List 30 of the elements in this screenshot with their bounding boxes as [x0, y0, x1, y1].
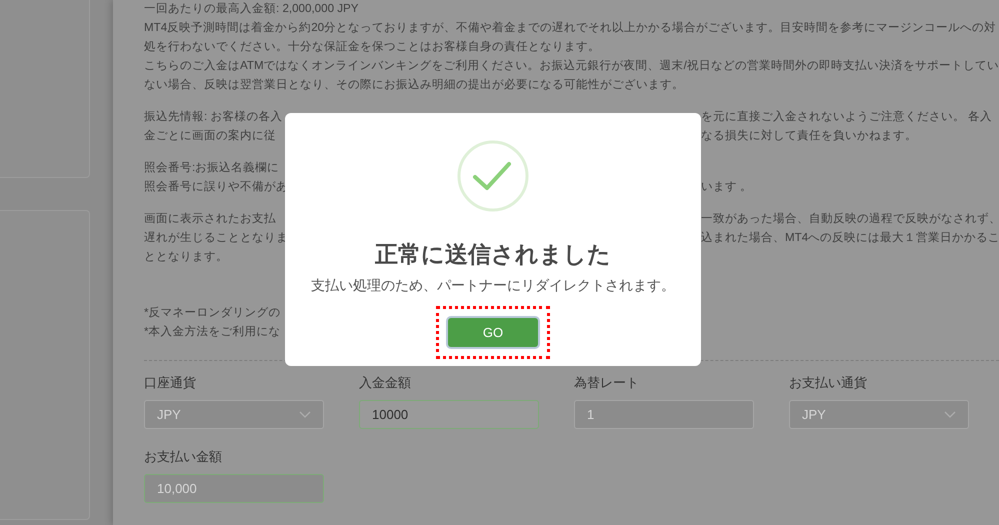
notice-text: います 。	[701, 179, 752, 195]
notice-text: 処を行わないでください。十分な保証金を保つことはお客様自身の責任となります。	[144, 39, 600, 55]
notice-text: MT4反映予測時間は着金から約20分となっておりますが、不備や着金までの遅れでそれ以上かかる場合がございます。目安時間を参考にマージンコールへの対	[144, 20, 996, 36]
notice-text: ととなります。	[144, 249, 228, 265]
notice-text: 一致があった場合、自動反映の過程で反映がなされず、	[701, 211, 999, 227]
notice-text: を元に直接ご入金されないようご注意ください。 各入	[701, 109, 992, 125]
notice-text: 振込先情報: お客様の各入	[144, 109, 282, 125]
chevron-down-icon	[944, 411, 956, 418]
notice-text: なる損失に対して責任を負いかねます。	[701, 128, 917, 144]
chevron-down-icon	[299, 411, 311, 418]
field-label: お支払い通貨	[789, 375, 868, 391]
field-label: 口座通貨	[144, 375, 197, 391]
dialog-title: 正常に送信されました	[375, 240, 611, 268]
dialog-message: 支払い処理のため、パートナーにリダイレクトされます。	[311, 276, 675, 294]
notice-text: 照会番号:お振込名義欄に	[144, 160, 280, 176]
notice-text: 一回あたりの最高入金額: 2,000,000 JPY	[144, 1, 359, 17]
field-label: 入金金額	[359, 375, 412, 391]
notice-text: 遅れが生じることとなりま	[144, 230, 288, 246]
success-check-icon	[457, 140, 529, 212]
notice-text: 込まれた場合、MT4への反映には最大１営業日かかるこ	[701, 230, 999, 246]
notice-text: *本入金方法をご利用にな	[144, 324, 281, 340]
field-label: お支払い金額	[144, 449, 223, 465]
notice-text: *反マネーロンダリングの	[144, 305, 281, 321]
notice-text: こちらのご入金はATMではなくオンラインバンキングをご利用ください。お振込元銀行が夜間、週末/祝日などの営業時間外の即時支払い決済をサポートしてい	[144, 58, 999, 74]
notice-text: 画面に表示されたお支払	[144, 211, 276, 227]
notice-text: ない場合、反映は翌営業日となり、その際にお振込み明細の提出が必要になる可能性がございます。	[144, 77, 684, 93]
input-field[interactable]: 10000	[359, 400, 539, 429]
go-button[interactable]: GO	[448, 318, 538, 347]
field-label: 為替レート	[574, 375, 640, 391]
notice-text: 金ごとに画面の案内に従	[144, 128, 276, 144]
